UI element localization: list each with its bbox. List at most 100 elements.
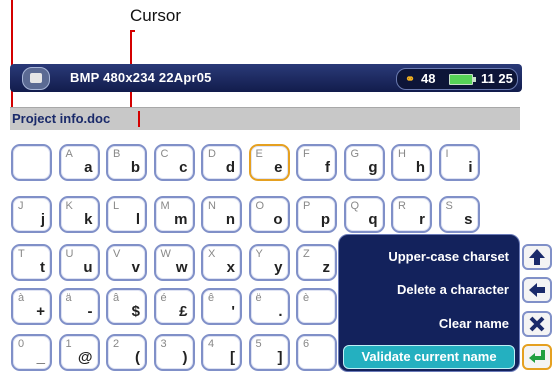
key-primary-char: o: [273, 211, 283, 228]
key-r1-c1[interactable]: Kk: [58, 196, 100, 233]
key-r0-c7[interactable]: Gg: [343, 144, 385, 181]
key-secondary-char: 1: [65, 338, 72, 350]
key-r1-c7[interactable]: Qq: [343, 196, 385, 233]
key-secondary-char: K: [65, 200, 73, 212]
key-secondary-char: M: [160, 200, 170, 212]
key-r0-c6[interactable]: Ff: [296, 144, 337, 181]
key-r2-c5[interactable]: Yy: [248, 244, 290, 281]
key-secondary-char: V: [113, 248, 121, 260]
key-r1-c3[interactable]: Mm: [153, 196, 195, 233]
key-secondary-char: R: [398, 200, 406, 212]
key-r1-c2[interactable]: Ll: [106, 196, 147, 233]
key-primary-char: t: [40, 259, 45, 276]
menu-item-upper-case[interactable]: Upper-case charset: [388, 249, 509, 264]
key-secondary-char: 0: [18, 338, 25, 350]
keyboard-options-menu: Upper-case charset Delete a character Cl…: [338, 234, 520, 372]
validate-name-button[interactable]: [522, 344, 552, 370]
key-r4-c1[interactable]: 1 @: [58, 334, 100, 371]
key-primary-char: g: [368, 159, 378, 176]
delete-character-button[interactable]: [522, 277, 552, 303]
key-r0-c2[interactable]: Bb: [106, 144, 147, 181]
key-secondary-char: é: [160, 292, 167, 304]
key-r0-c1[interactable]: Aa: [58, 144, 100, 181]
key-r4-c6[interactable]: 6: [296, 334, 337, 371]
key-secondary-char: J: [18, 200, 24, 212]
arrow-left-icon: [529, 283, 545, 297]
key-r3-c6[interactable]: è: [296, 288, 337, 325]
key-primary-char: h: [415, 159, 425, 176]
key-r2-c3[interactable]: Ww: [153, 244, 195, 281]
key-secondary-char: F: [303, 148, 310, 160]
key-r2-c2[interactable]: Vv: [106, 244, 147, 281]
key-primary-char: p: [320, 211, 330, 228]
key-secondary-char: C: [160, 148, 169, 160]
key-r3-c3[interactable]: é £: [153, 288, 195, 325]
key-secondary-char: P: [303, 200, 311, 212]
key-primary-char: ': [231, 303, 235, 320]
key-r3-c1[interactable]: ä-: [58, 288, 100, 325]
key-r0-c0[interactable]: [11, 144, 52, 181]
key-r0-c9[interactable]: Ii: [438, 144, 480, 181]
key-r1-c0[interactable]: Jj: [11, 196, 52, 233]
key-primary-char: b: [130, 159, 140, 176]
key-r4-c3[interactable]: 3): [153, 334, 195, 371]
key-secondary-char: U: [65, 248, 74, 260]
key-r4-c4[interactable]: 4[: [201, 334, 242, 371]
key-primary-char: j: [40, 211, 45, 228]
key-secondary-char: B: [113, 148, 121, 160]
key-primary-char: c: [179, 159, 188, 176]
key-r0-c8[interactable]: Hh: [391, 144, 432, 181]
key-r1-c4[interactable]: Nn: [201, 196, 242, 233]
key-r0-c4[interactable]: Dd: [201, 144, 242, 181]
key-primary-char: -: [87, 303, 93, 320]
key-secondary-char: N: [208, 200, 216, 212]
key-r1-c8[interactable]: Rr: [391, 196, 432, 233]
enter-icon: [529, 350, 545, 363]
key-secondary-char: â: [113, 292, 120, 304]
upper-case-button[interactable]: [522, 244, 552, 270]
key-secondary-char: 4: [208, 338, 215, 350]
menu-item-clear-name[interactable]: Clear name: [439, 316, 509, 331]
image-app-icon[interactable]: [22, 67, 50, 90]
key-r4-c5[interactable]: 5]: [248, 334, 290, 371]
menu-item-delete-character[interactable]: Delete a character: [397, 282, 509, 297]
key-r2-c6[interactable]: Zz: [296, 244, 337, 281]
key-secondary-char: ë: [255, 292, 262, 304]
key-primary-char: z: [322, 259, 331, 276]
key-primary-char: v: [131, 259, 140, 276]
menu-item-validate-name[interactable]: Validate current name: [343, 345, 515, 369]
key-r1-c9[interactable]: Ss: [438, 196, 480, 233]
key-secondary-char: S: [445, 200, 453, 212]
key-primary-char: a: [84, 159, 93, 176]
key-r0-c5[interactable]: Ee: [248, 144, 290, 181]
key-r4-c0[interactable]: 0 _: [11, 334, 52, 371]
header-title: BMP 480x234 22Apr05: [70, 70, 212, 85]
key-r3-c2[interactable]: â $: [106, 288, 147, 325]
headphones-icon: ⚭: [405, 72, 416, 86]
key-primary-char: l: [135, 211, 140, 228]
clock: 11 25: [481, 71, 513, 86]
key-r2-c0[interactable]: Tt: [11, 244, 52, 281]
key-secondary-char: O: [255, 200, 265, 212]
key-primary-char: £: [179, 303, 188, 320]
key-r2-c1[interactable]: Uu: [58, 244, 100, 281]
key-r2-c4[interactable]: Xx: [201, 244, 242, 281]
clear-name-button[interactable]: [522, 311, 552, 337]
key-secondary-char: 2: [113, 338, 120, 350]
close-icon: [529, 316, 545, 332]
key-r3-c5[interactable]: ë.: [248, 288, 290, 325]
filename-field[interactable]: Project info.doc: [10, 107, 520, 130]
key-primary-char: [: [230, 349, 235, 366]
battery-icon: [449, 74, 476, 85]
key-r1-c6[interactable]: Pp: [296, 196, 337, 233]
key-primary-char: ]: [277, 349, 283, 366]
cursor-callout-label: Cursor: [130, 6, 182, 25]
key-r3-c4[interactable]: ê ': [201, 288, 242, 325]
key-secondary-char: Z: [303, 248, 310, 260]
key-r0-c3[interactable]: Cc: [153, 144, 195, 181]
key-primary-char: $: [131, 303, 140, 320]
key-r1-c5[interactable]: Oo: [248, 196, 290, 233]
key-r3-c0[interactable]: à +: [11, 288, 52, 325]
key-r4-c2[interactable]: 2(: [106, 334, 147, 371]
key-primary-char: +: [36, 303, 45, 320]
